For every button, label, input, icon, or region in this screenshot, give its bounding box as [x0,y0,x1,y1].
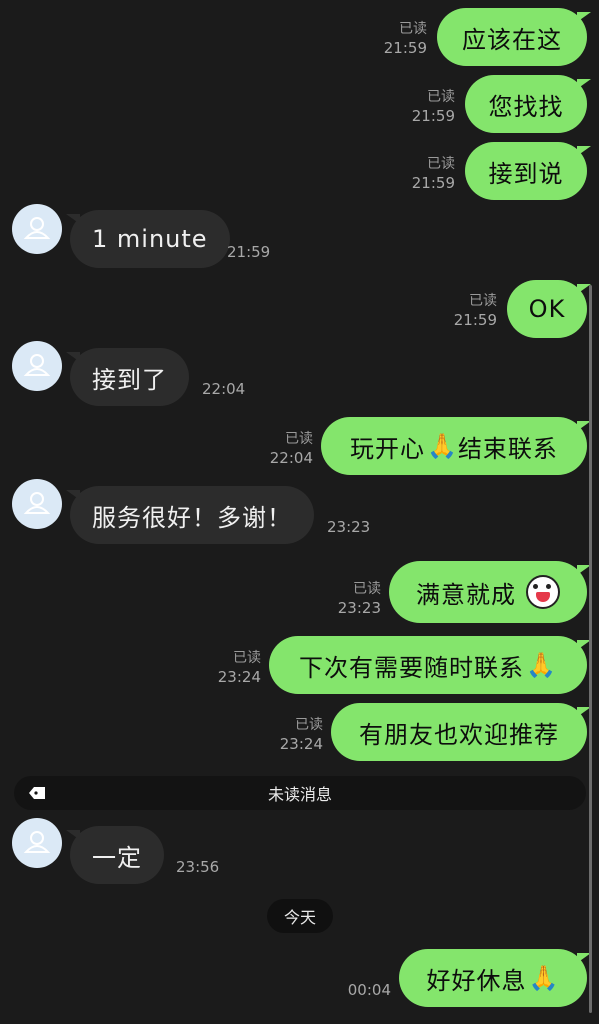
message-meta: 已读 23:24 [280,716,323,754]
message-meta: 已读 23:23 [338,580,381,618]
message-meta: 已读 23:24 [218,649,261,687]
avatar[interactable] [12,341,62,391]
avatar[interactable] [12,204,62,254]
message-meta: 已读 22:04 [270,430,313,468]
outgoing-message[interactable]: 好好休息 🙏 [399,949,591,1007]
incoming-message[interactable]: 服务很好！多谢！ [66,486,314,544]
message-text: 玩开心 [350,434,426,463]
unread-label: 未读消息 [267,785,332,804]
avatar[interactable] [12,818,62,868]
message-text: 下次有需要随时联系 [299,653,525,682]
message-time: 00:04 [347,981,391,999]
read-status: 已读 [295,717,323,733]
message-time: 21:59 [453,311,497,329]
message-time: 22:04 [202,380,246,398]
message-text: 接到说 [488,159,564,188]
message-time: 23:23 [337,599,381,617]
message-time: 21:59 [383,39,427,57]
unread-messages-divider: 未读消息 [14,776,586,810]
outgoing-message[interactable]: 下次有需要随时联系 🙏 [269,636,591,694]
folded-hands-icon: 🙏 [526,651,557,679]
message-text: OK [528,295,566,323]
scrollbar[interactable] [589,285,592,1013]
avatar[interactable] [12,479,62,529]
message-time: 21:59 [411,174,455,192]
incoming-message[interactable]: 1 minute [66,210,230,268]
read-status: 已读 [469,293,497,309]
read-status: 已读 [353,581,381,597]
message-text: 结束联系 [457,434,558,463]
message-text: 有朋友也欢迎推荐 [359,720,559,749]
message-meta: 已读 21:59 [412,155,455,193]
folded-hands-icon: 🙏 [528,964,560,992]
outgoing-message[interactable]: 接到说 [465,142,591,200]
message-time: 23:56 [176,858,220,876]
date-divider: 今天 [267,899,333,933]
message-time: 21:59 [411,107,455,125]
chat-area[interactable]: 已读 21:59 应该在这 已读 21:59 您找找 已读 21:59 接到说 … [0,0,599,1024]
user-silhouette-icon [23,831,51,853]
message-text: 接到了 [92,365,167,394]
read-status: 已读 [427,89,455,105]
message-text: 好好休息 [426,966,527,995]
outgoing-message[interactable]: 玩开心 🙏 结束联系 [321,417,591,475]
date-label: 今天 [283,908,316,927]
message-text: 满意就成 [416,580,516,609]
read-status: 已读 [427,156,455,172]
message-meta: 已读 21:59 [412,88,455,126]
message-time: 23:24 [217,668,261,686]
message-time: 23:24 [279,735,323,753]
outgoing-message[interactable]: 应该在这 [437,8,591,66]
user-silhouette-icon [23,217,51,239]
message-text: 1 minute [92,225,208,253]
laughing-crying-face-icon [526,575,560,609]
outgoing-message[interactable]: 满意就成 [389,561,591,623]
incoming-message[interactable]: 接到了 [66,348,189,406]
folded-hands-icon: 🙏 [427,432,458,460]
message-time: 21:59 [227,243,271,261]
message-text: 应该在这 [462,25,562,54]
message-time: 22:04 [269,449,313,467]
message-text: 服务很好！多谢！ [92,503,292,532]
user-silhouette-icon [23,492,51,514]
message-text: 一定 [92,843,142,872]
message-meta: 00:04 [348,981,391,1000]
outgoing-message[interactable]: OK [507,280,591,338]
user-silhouette-icon [23,354,51,376]
message-meta: 已读 21:59 [384,20,427,58]
outgoing-message[interactable]: 有朋友也欢迎推荐 [331,703,591,761]
message-text: 您找找 [488,92,564,121]
incoming-message[interactable]: 一定 [66,826,164,884]
tag-icon [29,787,45,799]
message-meta: 已读 21:59 [454,292,497,330]
read-status: 已读 [285,431,313,447]
read-status: 已读 [399,21,427,37]
read-status: 已读 [233,650,261,666]
message-time: 23:23 [327,518,371,536]
outgoing-message[interactable]: 您找找 [465,75,591,133]
